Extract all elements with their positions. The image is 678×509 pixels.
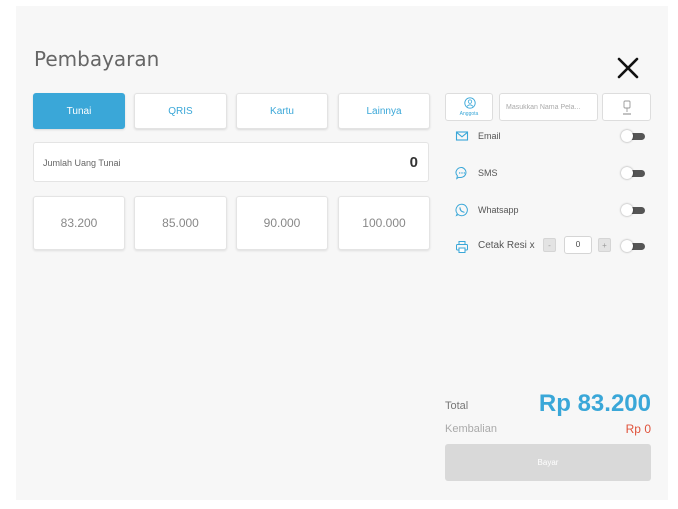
option-sms-label: SMS [478,168,498,178]
option-email-label: Email [478,131,501,141]
member-button-label: Anggota [459,111,479,117]
whatsapp-toggle[interactable] [621,204,646,216]
receipt-copies-value[interactable]: 0 [564,236,592,254]
tab-tunai[interactable]: Tunai [33,93,125,129]
change-label: Kembalian [445,423,497,435]
receipt-copies-plus-button[interactable]: + [598,238,611,252]
quick-amount-button[interactable]: 100.000 [338,196,430,250]
quick-amount-button[interactable]: 83.200 [33,196,125,250]
cash-amount-field[interactable]: Jumlah Uang Tunai 0 [33,142,429,182]
quick-amount-button[interactable]: 90.000 [236,196,328,250]
member-icon [464,97,476,109]
total-label: Total [445,400,469,412]
pay-button[interactable]: Bayar [445,444,651,481]
option-print-receipt-label: Cetak Resi x [478,240,535,251]
receipt-copies-minus-button[interactable]: - [543,238,556,252]
email-toggle[interactable] [621,130,646,142]
tab-kartu[interactable]: Kartu [236,93,328,129]
sms-toggle[interactable] [621,167,646,179]
option-whatsapp-label: Whatsapp [478,205,519,215]
tab-lainnya[interactable]: Lainnya [338,93,430,129]
whatsapp-icon [455,203,468,217]
cash-amount-value: 0 [409,154,418,171]
change-value: Rp 0 [625,422,651,436]
quick-amount-button[interactable]: 85.000 [134,196,227,250]
customer-name-input[interactable] [499,93,598,121]
tab-qris[interactable]: QRIS [134,93,227,129]
email-icon [455,131,469,141]
cash-amount-label: Jumlah Uang Tunai [43,158,121,168]
scanner-button[interactable] [602,93,651,121]
printer-icon [456,241,468,253]
member-button[interactable]: Anggota [445,93,493,121]
page-title: Pembayaran [34,47,160,71]
total-value: Rp 83.200 [538,390,651,417]
print-receipt-toggle[interactable] [621,240,646,252]
close-icon[interactable] [616,56,640,80]
scanner-icon [623,100,631,115]
sms-icon [455,167,467,180]
